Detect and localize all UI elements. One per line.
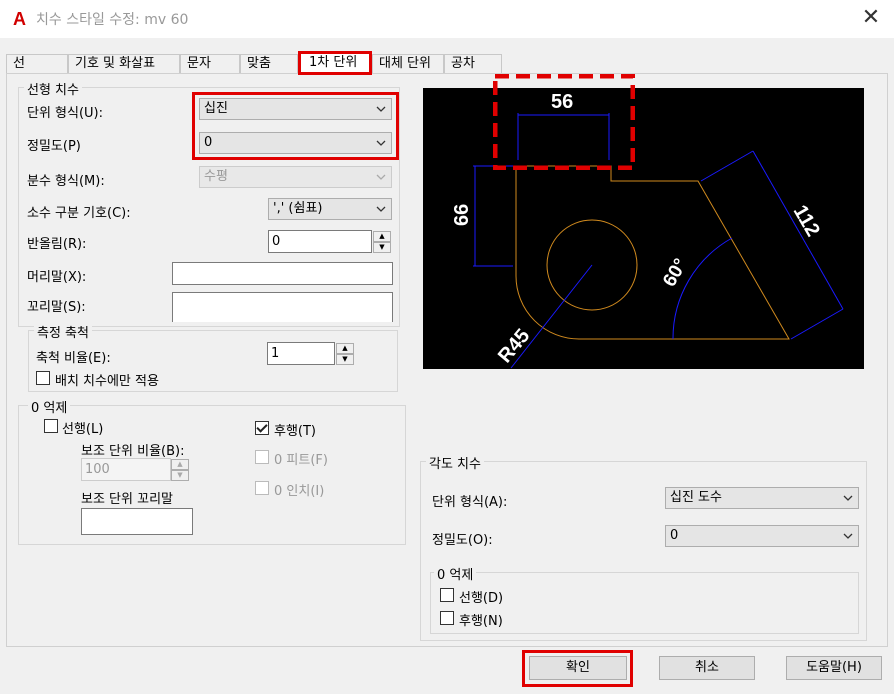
highlight-ok-button (522, 650, 633, 687)
precision-label: 정밀도(P) (27, 139, 81, 154)
preview-drawing: 56 66 112 60° R45 (451, 91, 844, 369)
fraction-format-label: 분수 형식(M): (27, 174, 105, 189)
layout-only-label: 배치 치수에만 적용 (55, 374, 159, 389)
tab-primary-units[interactable]: 1차 단위 (298, 51, 372, 75)
sub-unit-factor-spinner: ▲ ▼ (171, 459, 189, 481)
decimal-separator-select[interactable]: ',' (쉼표) (268, 198, 392, 220)
tab-alternate-units[interactable]: 대체 단위 (372, 54, 444, 74)
dim-112-line (752, 150, 844, 310)
spin-up-icon[interactable]: ▲ (336, 343, 354, 354)
roundoff-input[interactable]: 0 (268, 230, 372, 253)
angular-precision-select[interactable]: 0 (665, 525, 859, 547)
trailing-zero-checkbox[interactable] (255, 421, 269, 435)
chevron-down-icon (843, 533, 853, 539)
angular-leading-zero-checkbox[interactable] (440, 588, 454, 602)
dim-66-text: 66 (451, 204, 473, 226)
sub-unit-suffix-input[interactable] (81, 508, 193, 535)
unit-format-label: 단위 형식(U): (27, 106, 104, 121)
angular-leading-zero-label: 선행(D) (459, 591, 504, 606)
suffix-label: 꼬리말(S): (27, 300, 86, 315)
angular-dimensions-legend: 각도 치수 (426, 453, 484, 472)
zero-feet-label: 0 피트(F) (274, 453, 328, 468)
tab-lines[interactable]: 선 (6, 54, 68, 74)
trailing-zero-label: 후행(T) (274, 424, 317, 439)
dimension-preview: 56 66 112 60° R45 (423, 88, 864, 369)
sub-unit-suffix-label: 보조 단위 꼬리말 (81, 492, 173, 507)
tab-fit[interactable]: 맞춤 (240, 54, 298, 74)
chevron-down-icon (376, 174, 386, 180)
close-icon[interactable]: ✕ (856, 4, 886, 34)
autocad-app-icon: A (10, 8, 30, 28)
chevron-down-icon (843, 495, 853, 501)
chevron-down-icon (376, 206, 386, 212)
spin-up-icon[interactable]: ▲ (373, 231, 391, 242)
angular-trailing-zero-checkbox[interactable] (440, 611, 454, 625)
spin-down-icon[interactable]: ▼ (373, 242, 391, 253)
dim-angle-arc (672, 237, 733, 340)
linear-dimensions-legend: 선형 치수 (24, 79, 82, 98)
roundoff-label: 반올림(R): (27, 237, 87, 252)
window-title: 치수 스타일 수정: mv 60 (36, 12, 189, 28)
dim-radius-text: R45 (494, 325, 534, 367)
cancel-button[interactable]: 취소 (659, 656, 755, 680)
spin-down-icon: ▼ (171, 470, 189, 481)
highlight-preview-56 (493, 74, 635, 170)
fraction-format-value: 수평 (204, 169, 228, 184)
fraction-format-select: 수평 (199, 166, 392, 188)
scale-factor-input[interactable]: 1 (267, 342, 335, 365)
sub-unit-factor-input: 100 (81, 458, 171, 481)
prefix-input[interactable] (172, 262, 393, 285)
sub-unit-factor-label: 보조 단위 비율(B): (81, 444, 185, 459)
part-outline (515, 165, 790, 340)
spin-up-icon: ▲ (171, 459, 189, 470)
zero-inches-checkbox (255, 481, 269, 495)
leading-zero-checkbox[interactable] (44, 419, 58, 433)
zero-suppression-linear-legend: 0 억제 (28, 397, 71, 416)
help-button[interactable]: 도움말(H) (786, 656, 882, 680)
tab-symbols-arrows[interactable]: 기호 및 화살표 (68, 54, 180, 74)
angular-precision-label: 정밀도(O): (432, 533, 493, 548)
scale-factor-spinner[interactable]: ▲ ▼ (336, 343, 354, 365)
tab-text[interactable]: 문자 (180, 54, 240, 74)
angular-unit-format-select[interactable]: 십진 도수 (665, 487, 859, 509)
dim-radius-leader (510, 264, 593, 369)
measurement-scale-legend: 측정 축척 (34, 322, 92, 341)
angular-trailing-zero-label: 후행(N) (459, 614, 503, 629)
dim-angle-text: 60° (659, 255, 692, 290)
roundoff-spinner[interactable]: ▲ ▼ (373, 231, 391, 253)
tab-tolerances[interactable]: 공차 (444, 54, 502, 74)
dim-112-ext-bottom (790, 308, 844, 340)
decimal-separator-value: ',' (쉼표) (273, 201, 323, 216)
highlight-unit-precision (192, 92, 399, 160)
suffix-input[interactable] (172, 292, 393, 322)
decimal-separator-label: 소수 구분 기호(C): (27, 206, 131, 221)
dim-112-text: 112 (789, 202, 824, 241)
dim-112-ext-top (700, 150, 754, 182)
zero-suppression-angular-legend: 0 억제 (434, 564, 477, 583)
svg-text:A: A (13, 9, 26, 28)
angular-unit-format-value: 십진 도수 (670, 490, 722, 505)
zero-feet-checkbox (255, 450, 269, 464)
angular-unit-format-label: 단위 형식(A): (432, 495, 508, 510)
angular-precision-value: 0 (670, 528, 679, 543)
leading-zero-label: 선행(L) (62, 422, 104, 437)
prefix-label: 머리말(X): (27, 270, 87, 285)
scale-factor-label: 축척 비율(E): (36, 351, 111, 366)
spin-down-icon[interactable]: ▼ (336, 354, 354, 365)
layout-only-checkbox[interactable] (36, 371, 50, 385)
zero-inches-label: 0 인치(I) (274, 484, 325, 499)
